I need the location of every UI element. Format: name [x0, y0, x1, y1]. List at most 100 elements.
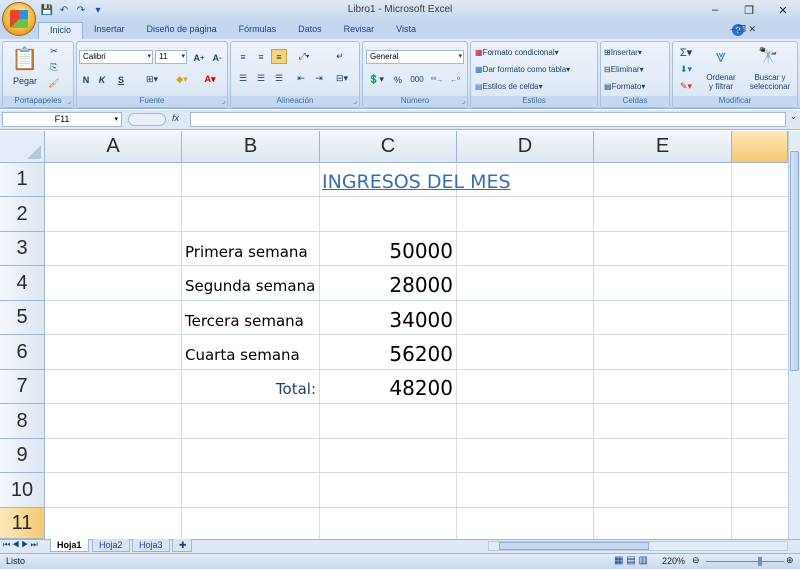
scroll-thumb[interactable]	[499, 542, 649, 550]
paste-button[interactable]: Pegar	[9, 73, 41, 88]
sheet-tab-hoja2[interactable]: Hoja2	[92, 539, 130, 552]
tab-revisar[interactable]: Revisar	[333, 22, 386, 39]
sort-filter-icon[interactable]: ⩔	[703, 44, 739, 68]
worksheet-grid[interactable]: A B C D E 1 2 3 4 5 6 7 8 9 10 11 INGRES…	[0, 131, 788, 539]
row-header-7[interactable]: 7	[0, 370, 45, 404]
clear-icon[interactable]: ✎▾	[677, 79, 695, 94]
formula-input[interactable]	[190, 112, 786, 127]
shrink-font-icon[interactable]: A-	[209, 50, 225, 65]
workbook-window-controls[interactable]: – ❐ ✕	[730, 24, 756, 35]
dialog-launcher-icon[interactable]: ⌟	[68, 97, 71, 105]
close-icon[interactable]: ✕	[766, 0, 800, 20]
percent-button[interactable]: %	[391, 72, 405, 87]
row-header-10[interactable]: 10	[0, 473, 45, 508]
zoom-slider-thumb[interactable]	[758, 557, 762, 566]
tab-diseno-pagina[interactable]: Diseño de página	[136, 22, 228, 39]
cell-b3[interactable]: Primera semana	[185, 243, 308, 261]
align-left-icon[interactable]: ☰	[235, 71, 251, 86]
cell-b5[interactable]: Tercera semana	[185, 312, 304, 330]
delete-cells-button[interactable]: ⊟ Eliminar ▾	[604, 62, 670, 77]
tab-datos[interactable]: Datos	[287, 22, 333, 39]
sort-filter-button[interactable]: Ordenar y filtrar	[699, 70, 743, 94]
decrease-decimal-icon[interactable]: ←⁰	[447, 72, 463, 87]
cell-c7-total[interactable]: 48200	[320, 376, 453, 400]
cell-c1-title[interactable]: INGRESOS DEL MES	[322, 171, 511, 193]
cell-c5[interactable]: 34000	[320, 308, 453, 332]
underline-button[interactable]: S	[111, 72, 131, 87]
font-color-icon[interactable]: A▾	[199, 72, 221, 87]
zoom-out-icon[interactable]: ⊖	[692, 555, 700, 566]
dialog-launcher-icon[interactable]: ⌟	[354, 97, 357, 105]
column-header-b[interactable]: B	[182, 131, 320, 163]
row-header-4[interactable]: 4	[0, 266, 45, 301]
increase-indent-icon[interactable]: ⇥	[311, 71, 327, 86]
align-center-icon[interactable]: ☰	[253, 71, 269, 86]
column-header-f[interactable]	[732, 131, 788, 163]
tab-formulas[interactable]: Fórmulas	[228, 22, 288, 39]
autosum-icon[interactable]: Σ▾	[677, 45, 695, 60]
cut-icon[interactable]: ✂	[47, 44, 61, 59]
name-box-dropdown-icon[interactable]: ▾	[114, 113, 118, 126]
format-as-table-button[interactable]: ▦ Dar formato como tabla ▾	[475, 62, 597, 77]
increase-decimal-icon[interactable]: ⁰⁰→	[429, 72, 445, 87]
orientation-icon[interactable]: ⤢▾	[293, 49, 315, 64]
bold-button[interactable]: N	[79, 72, 93, 87]
copy-icon[interactable]: ⎘	[47, 60, 61, 75]
font-name-select[interactable]: Calibri ▾	[79, 50, 153, 64]
align-right-icon[interactable]: ☰	[271, 71, 287, 86]
cell-c6[interactable]: 56200	[320, 342, 453, 366]
cell-styles-button[interactable]: ▤ Estilos de celda ▾	[475, 79, 597, 94]
thousands-button[interactable]: 000	[407, 72, 427, 87]
row-header-2[interactable]: 2	[0, 197, 45, 232]
vertical-scrollbar[interactable]	[788, 131, 800, 539]
align-bottom-icon[interactable]: ≡	[271, 49, 287, 64]
select-all-button[interactable]	[0, 131, 45, 163]
zoom-level[interactable]: 220%	[662, 556, 685, 566]
fill-color-icon[interactable]: ◆▾	[171, 72, 193, 87]
insert-sheet-icon[interactable]: ✚	[172, 539, 192, 552]
expand-formula-bar-icon[interactable]: ⌄	[788, 112, 799, 127]
find-select-icon[interactable]: 🔭	[753, 44, 783, 68]
currency-icon[interactable]: 💲▾	[365, 72, 387, 87]
row-header-8[interactable]: 8	[0, 404, 45, 439]
row-header-1[interactable]: 1	[0, 163, 45, 197]
dialog-launcher-icon[interactable]: ⌟	[462, 97, 465, 105]
number-format-select[interactable]: General ▾	[366, 50, 464, 64]
column-header-d[interactable]: D	[457, 131, 594, 163]
italic-button[interactable]: K	[95, 72, 109, 87]
scroll-thumb[interactable]	[790, 151, 799, 371]
cell-c4[interactable]: 28000	[320, 273, 453, 297]
formula-bar-splitter[interactable]	[128, 113, 166, 126]
conditional-format-button[interactable]: ▦ Formato condicional ▾	[475, 45, 597, 60]
format-painter-icon[interactable]: 🖌	[47, 76, 61, 91]
grow-font-icon[interactable]: A +	[191, 50, 207, 65]
format-cells-button[interactable]: ▤ Formato ▾	[604, 79, 670, 94]
office-button[interactable]	[2, 2, 36, 36]
row-header-11[interactable]: 11	[0, 508, 45, 539]
merge-center-icon[interactable]: ⊟▾	[331, 71, 353, 86]
wrap-text-icon[interactable]: ↵	[331, 49, 349, 64]
cell-b4[interactable]: Segunda semana	[185, 277, 315, 295]
tab-insertar[interactable]: Insertar	[83, 22, 136, 39]
view-buttons-icon[interactable]: ▦ ▤ ▥	[614, 555, 648, 566]
tab-vista[interactable]: Vista	[385, 22, 427, 39]
column-header-a[interactable]: A	[45, 131, 182, 163]
zoom-slider[interactable]	[706, 561, 784, 562]
column-header-e[interactable]: E	[594, 131, 732, 163]
dialog-launcher-icon[interactable]: ⌟	[222, 97, 225, 105]
sheet-nav-arrows-icon[interactable]: ⏮◀▶⏭	[3, 540, 40, 550]
align-middle-icon[interactable]: ≡	[253, 49, 269, 64]
borders-icon[interactable]: ⊞▾	[141, 72, 163, 87]
cell-b6[interactable]: Cuarta semana	[185, 346, 300, 364]
row-header-3[interactable]: 3	[0, 232, 45, 266]
minimize-icon[interactable]: –	[698, 0, 732, 20]
row-header-9[interactable]: 9	[0, 439, 45, 473]
cell-c3[interactable]: 50000	[320, 239, 453, 263]
sheet-tab-hoja1[interactable]: Hoja1	[50, 539, 89, 552]
zoom-in-icon[interactable]: ⊕	[786, 555, 794, 566]
find-select-button[interactable]: Buscar y seleccionar	[743, 70, 797, 94]
align-top-icon[interactable]: ≡	[235, 49, 251, 64]
restore-icon[interactable]: ❐	[732, 0, 766, 20]
decrease-indent-icon[interactable]: ⇤	[293, 71, 309, 86]
paste-icon[interactable]: 📋	[11, 45, 39, 73]
